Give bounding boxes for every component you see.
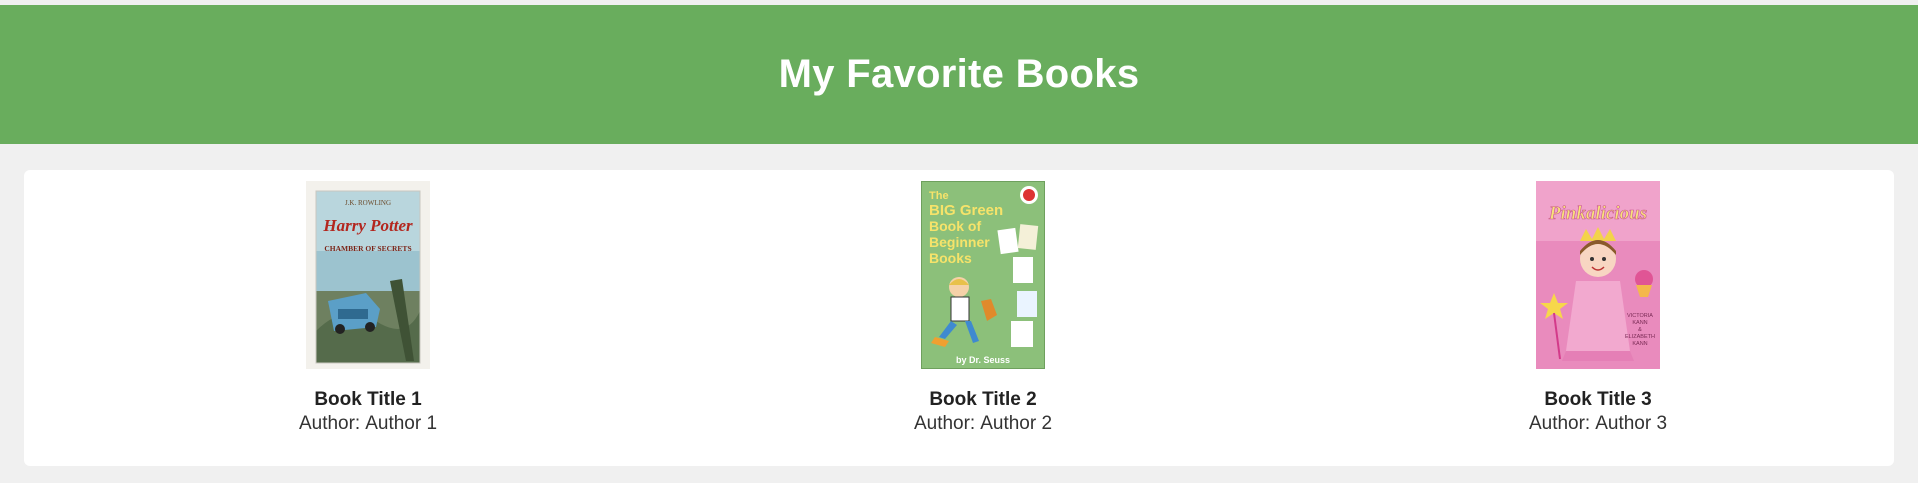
books-panel: J.K. ROWLING Harry Potter CHAMBER OF SEC…: [24, 170, 1894, 466]
book-title: Book Title 1: [314, 389, 422, 410]
cover-title-text: Harry Potter: [322, 216, 413, 235]
cover-side-line-4: ELIZABETH: [1625, 334, 1655, 340]
cover-line-1: The: [929, 190, 949, 202]
author-name: Author 1: [365, 413, 438, 434]
author-label: Author:: [1528, 413, 1591, 434]
book-author: Author: Author 3: [1448, 413, 1748, 435]
cover-side-line-1: VICTORIA: [1627, 313, 1653, 319]
pinkalicious-cover-art: Pinkalicious VICTORIA KANN & ELIZABETH K…: [1536, 181, 1660, 369]
cover-side-line-2: KANN: [1632, 320, 1647, 326]
page-title: My Favorite Books: [778, 52, 1140, 96]
book-title: Book Title 2: [929, 389, 1037, 410]
book-cover-image: Pinkalicious VICTORIA KANN & ELIZABETH K…: [1536, 181, 1660, 369]
author-label: Author:: [298, 413, 361, 434]
author-name: Author 3: [1595, 413, 1668, 434]
cover-side-line-3: &: [1638, 327, 1642, 333]
page-header: My Favorite Books: [0, 5, 1918, 144]
cover-bottom-text: by Dr. Seuss: [956, 355, 1010, 365]
book-cover-image: The BIG Green Book of Beginner Books by …: [921, 181, 1045, 369]
author-label: Author:: [913, 413, 976, 434]
author-name: Author 2: [980, 413, 1053, 434]
book-author: Author: Author 2: [833, 413, 1133, 435]
green-book-cover-art: The BIG Green Book of Beginner Books by …: [921, 181, 1045, 369]
book-title: Book Title 3: [1544, 389, 1652, 410]
cover-title-text: Pinkalicious: [1548, 203, 1647, 224]
cover-author-text: J.K. ROWLING: [345, 199, 391, 207]
harry-potter-cover-art: J.K. ROWLING Harry Potter CHAMBER OF SEC…: [306, 181, 430, 369]
cover-line-3: Book of: [929, 218, 981, 234]
book-cover-image: J.K. ROWLING Harry Potter CHAMBER OF SEC…: [306, 181, 430, 369]
cover-side-line-5: KANN: [1632, 341, 1647, 347]
cover-line-5: Books: [929, 250, 972, 266]
book-author: Author: Author 1: [218, 413, 518, 435]
cover-line-2: BIG Green: [929, 202, 1003, 219]
cover-line-4: Beginner: [929, 234, 990, 250]
cover-subtitle-text: CHAMBER OF SECRETS: [324, 244, 411, 253]
